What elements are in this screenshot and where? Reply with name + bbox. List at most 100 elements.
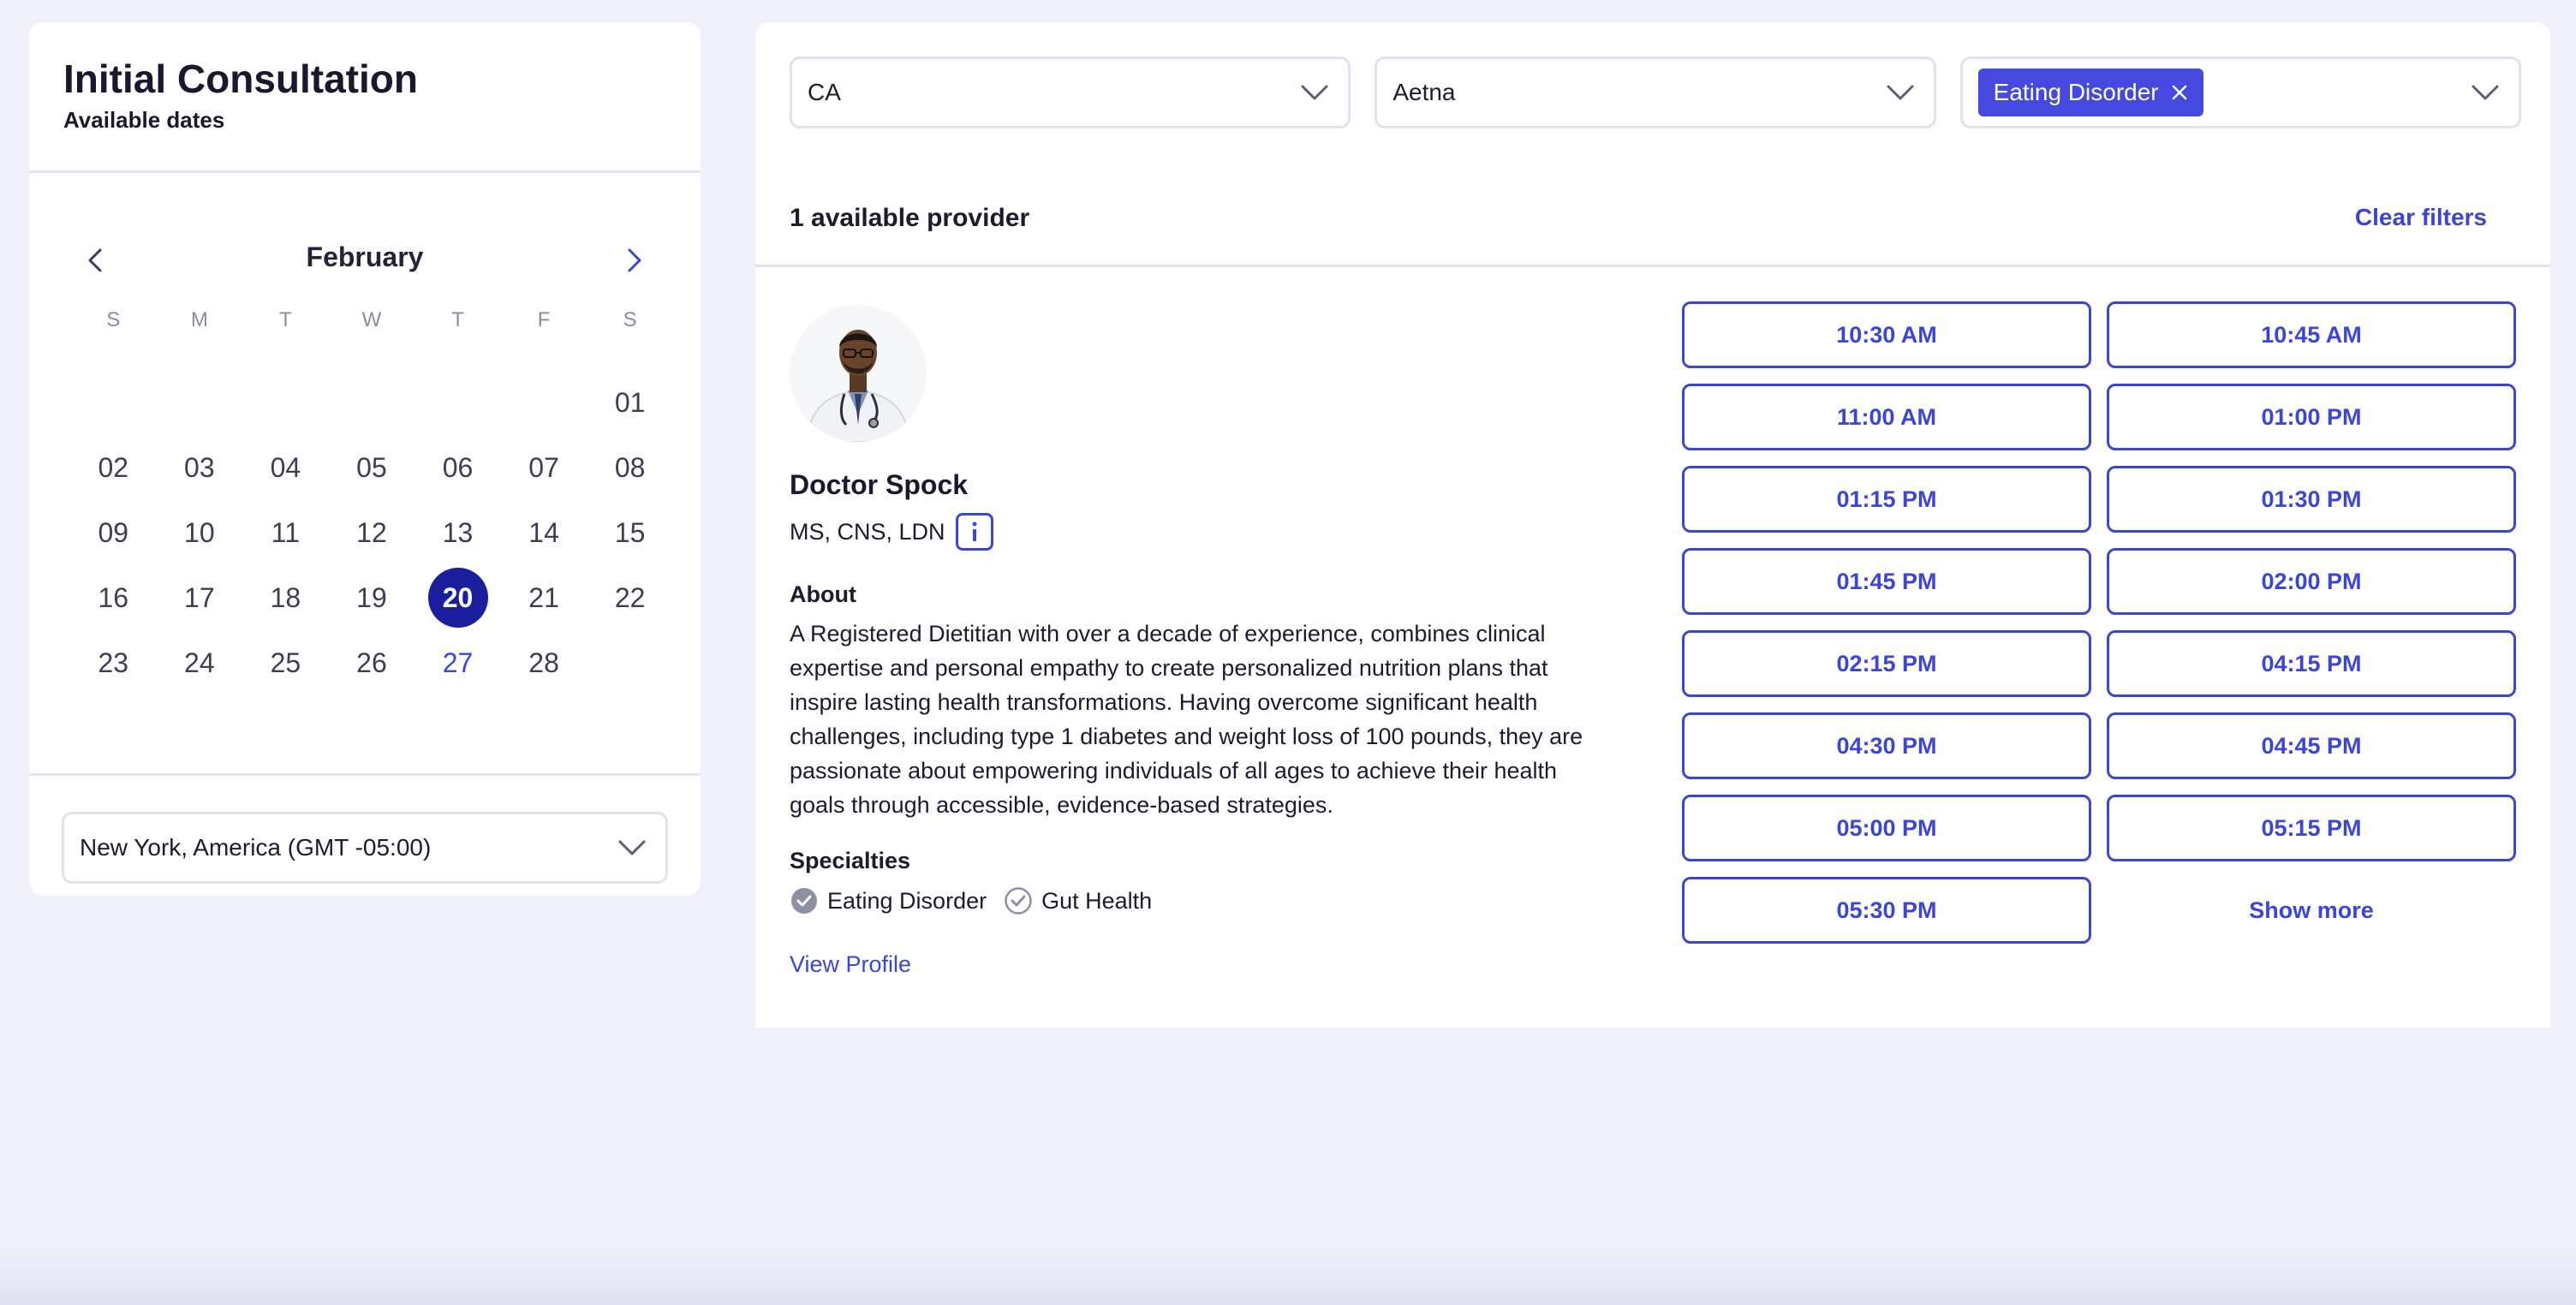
time-slot-button[interactable]: 11:00 AM — [1682, 384, 2091, 450]
divider — [755, 265, 2550, 267]
calendar-day-03[interactable]: 03 — [157, 452, 243, 484]
calendar-month: February — [306, 241, 424, 272]
calendar-day-18[interactable]: 18 — [242, 582, 329, 614]
check-circle-filled-icon — [791, 888, 817, 914]
avatar — [790, 305, 927, 442]
calendar-week: 09 10 11 12 13 14 15 — [70, 500, 673, 565]
calendar-day-22[interactable]: 22 — [587, 582, 673, 614]
calendar-day-05[interactable]: 05 — [329, 452, 415, 484]
provider-credentials: MS, CNS, LDN — [790, 518, 945, 545]
calendar-day-08[interactable]: 08 — [587, 452, 673, 484]
time-slot-button[interactable]: 01:30 PM — [2107, 466, 2516, 533]
calendar-day-06[interactable]: 06 — [414, 452, 501, 484]
time-slot-button[interactable]: 05:30 PM — [1682, 877, 2091, 944]
doctor-avatar-icon — [790, 305, 927, 442]
calendar-day-09[interactable]: 09 — [70, 517, 157, 549]
time-slot-button[interactable]: 01:45 PM — [1682, 548, 2091, 615]
time-slot-button[interactable]: 01:00 PM — [2107, 384, 2516, 450]
calendar-day-02[interactable]: 02 — [70, 452, 157, 484]
calendar-day-12[interactable]: 12 — [329, 517, 415, 549]
info-icon — [972, 521, 977, 541]
calendar: February SMTWTFS 01 02 03 04 05 06 07 08 09 10 11 1… — [29, 173, 701, 776]
results-summary: 1 available provider Clear filters — [790, 185, 2521, 253]
state-filter-value: CA — [808, 79, 841, 105]
calendar-day-10[interactable]: 10 — [157, 517, 243, 549]
date-picker-card: Initial Consultation Available dates Feb… — [29, 22, 701, 896]
specialty-label: Eating Disorder — [827, 887, 987, 914]
credentials-row: MS, CNS, LDN — [790, 513, 1595, 551]
bottom-shade — [0, 1245, 2576, 1305]
state-filter-select[interactable]: CA — [790, 57, 1351, 128]
timezone-section: New York, America (GMT -05:00) — [29, 776, 701, 920]
chevron-right-icon — [628, 248, 641, 272]
time-slot-button[interactable]: 05:15 PM — [2107, 795, 2516, 861]
time-slot-button[interactable]: 04:45 PM — [2107, 712, 2516, 779]
weekday-label: F — [537, 308, 551, 331]
calendar-day-11[interactable]: 11 — [242, 517, 329, 549]
calendar-day-14[interactable]: 14 — [501, 517, 587, 549]
time-slot-button[interactable]: 04:30 PM — [1682, 712, 2091, 779]
credentials-info-button[interactable] — [955, 513, 993, 551]
timezone-value: New York, America (GMT -05:00) — [80, 834, 432, 861]
time-slot-button[interactable]: 05:00 PM — [1682, 795, 2091, 861]
calendar-day-17[interactable]: 17 — [157, 582, 243, 614]
provider-name: Doctor Spock — [790, 469, 969, 500]
weekday-label: W — [361, 308, 382, 331]
calendar-week: 02 03 04 05 06 07 08 — [70, 435, 673, 500]
calendar-day-28[interactable]: 28 — [501, 647, 587, 679]
page-title: Initial Consultation — [63, 57, 418, 101]
chevron-down-icon — [618, 840, 646, 855]
calendar-day-27[interactable]: 27 — [414, 647, 501, 679]
weekday-label: T — [279, 308, 292, 331]
show-more-button[interactable]: Show more — [2107, 877, 2516, 944]
time-slot-button[interactable]: 04:15 PM — [2107, 630, 2516, 697]
calendar-day-20[interactable]: 20 — [414, 568, 501, 628]
timezone-select[interactable]: New York, America (GMT -05:00) — [62, 812, 668, 884]
consultation-header: Initial Consultation Available dates — [29, 22, 701, 173]
specialty-filter-select[interactable]: Eating Disorder — [1959, 57, 2521, 128]
chevron-down-icon — [1887, 85, 1914, 100]
chevron-down-icon — [2472, 85, 2499, 100]
time-slots-grid: 10:30 AM 10:45 AM 11:00 AM 01:00 PM 01:15 PM… — [1682, 301, 2518, 944]
selected-day: 20 — [427, 568, 488, 628]
calendar-grid: SMTWTFS 01 02 03 04 05 06 07 08 09 10 11 12 13 14 15 16… — [70, 296, 673, 695]
time-slot-button[interactable]: 10:45 AM — [2107, 301, 2516, 368]
calendar-day-25[interactable]: 25 — [242, 647, 329, 679]
about-text: A Registered Dietitian with over a decad… — [790, 621, 1583, 818]
page-subtitle: Available dates — [63, 106, 225, 133]
weekday-header: SMTWTFS — [70, 296, 673, 344]
check-circle-outline-icon — [1005, 887, 1032, 915]
provider-count: 1 available provider — [790, 204, 1030, 232]
time-slot-button[interactable]: 10:30 AM — [1682, 301, 2091, 368]
calendar-day-07[interactable]: 07 — [501, 452, 587, 484]
calendar-day-21[interactable]: 21 — [501, 582, 587, 614]
specialty-filter-chip: Eating Disorder — [1977, 69, 2203, 116]
calendar-day-01[interactable]: 01 — [587, 387, 673, 419]
time-slot-button[interactable]: 02:15 PM — [1682, 630, 2091, 697]
weekday-label: T — [451, 308, 464, 331]
time-slot-button[interactable]: 01:15 PM — [1682, 466, 2091, 533]
view-profile-link[interactable]: View Profile — [790, 951, 911, 978]
specialties-heading: Specialties — [790, 848, 911, 873]
calendar-week: 16 17 18 19 20 21 22 — [70, 565, 673, 630]
close-icon[interactable] — [2171, 84, 2188, 101]
specialty-item: Gut Health — [1004, 886, 1152, 915]
about-heading: About — [790, 581, 856, 607]
provider-card: Doctor Spock MS, CNS, LDN About A Regist… — [790, 305, 1595, 978]
next-month-button[interactable] — [615, 241, 653, 279]
calendar-day-23[interactable]: 23 — [70, 647, 157, 679]
calendar-day-13[interactable]: 13 — [414, 517, 501, 549]
calendar-week: 01 — [70, 370, 673, 435]
calendar-day-26[interactable]: 26 — [329, 647, 415, 679]
calendar-nav: February — [29, 235, 701, 286]
insurance-filter-value: Aetna — [1392, 79, 1456, 105]
chevron-down-icon — [1301, 85, 1328, 100]
time-slot-button[interactable]: 02:00 PM — [2107, 548, 2516, 615]
calendar-day-24[interactable]: 24 — [157, 647, 243, 679]
calendar-day-16[interactable]: 16 — [70, 582, 157, 614]
calendar-day-19[interactable]: 19 — [329, 582, 415, 614]
insurance-filter-select[interactable]: Aetna — [1374, 57, 1936, 128]
calendar-day-04[interactable]: 04 — [242, 452, 329, 484]
clear-filters-link[interactable]: Clear filters — [2355, 204, 2487, 231]
calendar-day-15[interactable]: 15 — [587, 517, 673, 549]
